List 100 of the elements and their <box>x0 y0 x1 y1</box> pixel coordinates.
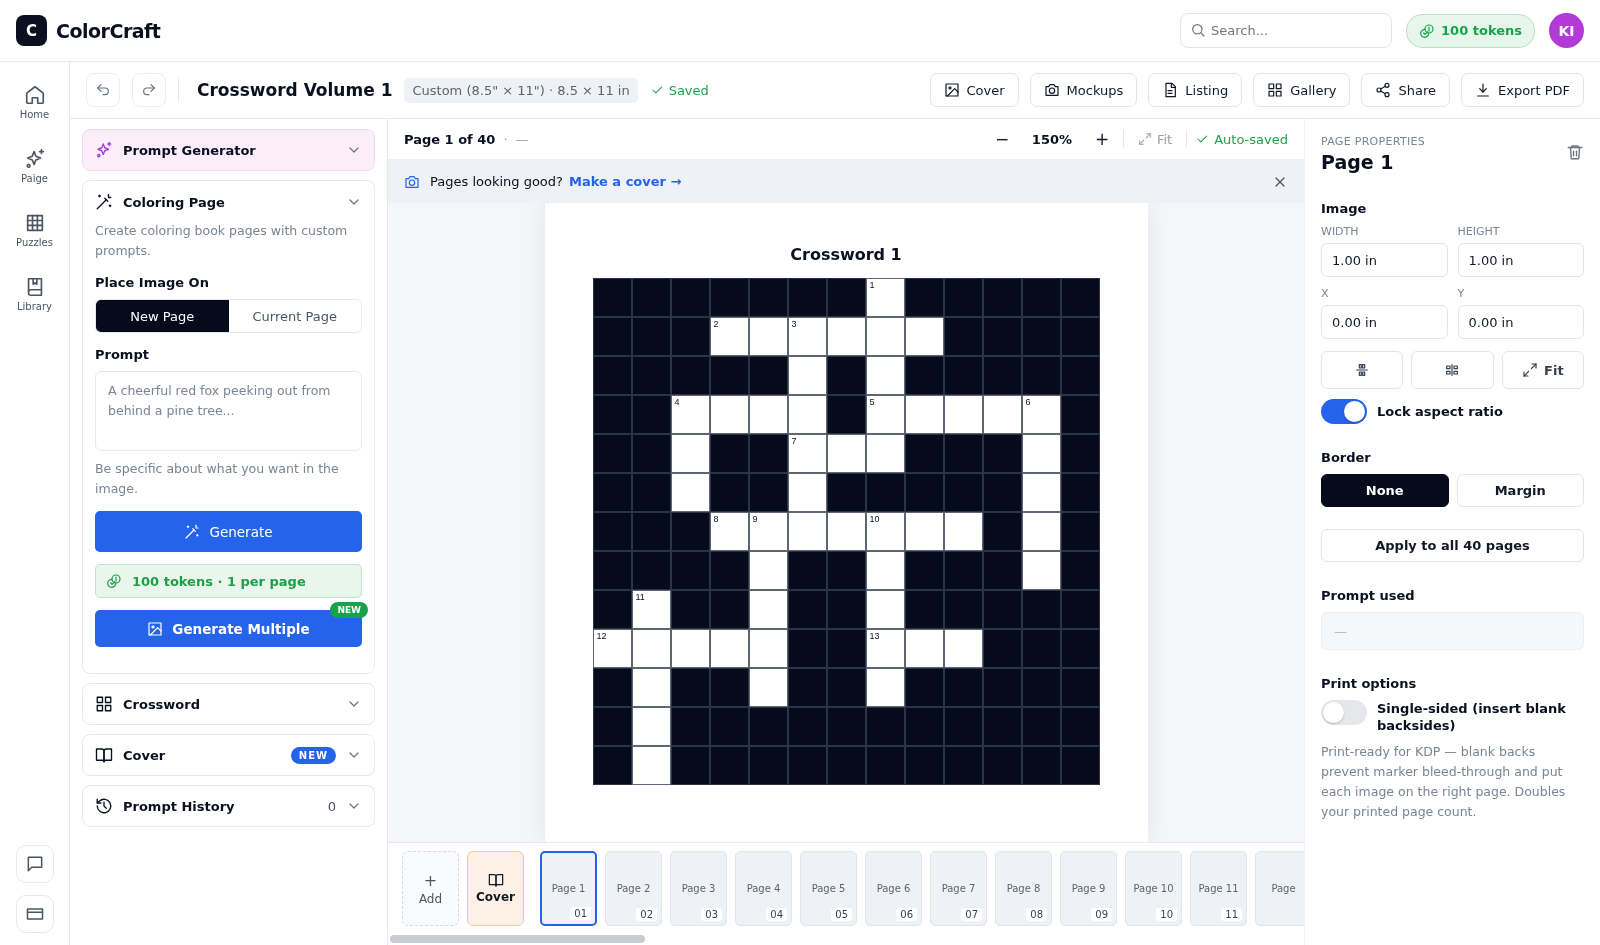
accordion-header[interactable]: Prompt History 0 <box>82 785 375 827</box>
toggle-switch[interactable] <box>1321 399 1367 424</box>
section-title: Crossword <box>123 696 202 712</box>
autosave-status: Auto-saved <box>1214 131 1288 147</box>
toolbar-button[interactable]: Cover <box>929 73 1019 107</box>
thumbnail-label: Page 1 <box>551 882 586 894</box>
clue-number: 11 <box>635 592 645 602</box>
user-avatar[interactable]: KI <box>1549 13 1584 48</box>
nav-item[interactable]: Puzzles <box>16 212 53 248</box>
wand-icon <box>95 193 113 211</box>
toolbar-button[interactable]: Export PDF <box>1461 73 1584 107</box>
camera-icon <box>404 173 420 190</box>
dimension-field[interactable]: 0.00 in <box>1457 305 1584 339</box>
accordion-header[interactable]: Crossword <box>82 683 375 725</box>
page-thumbnail[interactable]: Page 1 01 <box>540 850 597 926</box>
border-option[interactable]: Margin <box>1456 474 1584 507</box>
zoom-out-button[interactable]: − <box>988 128 1015 150</box>
page-thumbnail[interactable]: Page 4 04 <box>735 850 792 926</box>
section-title: Prompt Generator <box>123 142 256 158</box>
align-button[interactable] <box>1321 351 1404 389</box>
share-icon <box>1375 82 1392 98</box>
undo-button[interactable] <box>86 73 120 107</box>
clue-number: 6 <box>1025 397 1031 407</box>
dimension-field[interactable]: 0.00 in <box>1321 305 1448 339</box>
grid-icon <box>95 695 113 713</box>
search-field[interactable]: Search... <box>1180 13 1393 48</box>
prompt-generator-header[interactable]: Prompt Generator <box>82 129 375 171</box>
panel-title: Page 1 <box>1321 151 1395 173</box>
clue-number: 10 <box>869 514 880 524</box>
toolbar-button[interactable]: Listing <box>1148 73 1243 107</box>
thumbnail-label: Page 9 <box>1071 882 1106 894</box>
banner-text: Pages looking good? <box>430 174 563 189</box>
expand-icon <box>1137 132 1152 146</box>
page-thumbnail[interactable]: Page 7 07 <box>930 850 987 926</box>
group-label: Border <box>1321 450 1372 465</box>
prompt-field[interactable]: A cheerful red fox peeking out from behind a pine tree... <box>95 371 362 451</box>
delete-icon[interactable] <box>1566 143 1584 161</box>
nav-item[interactable]: Home <box>19 84 50 120</box>
scrollbar-thumb[interactable] <box>390 935 645 943</box>
toolbar-button[interactable]: Share <box>1361 73 1450 107</box>
page-thumbnail[interactable]: Page 8 08 <box>995 850 1052 926</box>
page-thumbnail[interactable]: Page 5 05 <box>800 850 857 926</box>
page-thumbnail[interactable]: Page 9 09 <box>1060 850 1117 926</box>
document-icon <box>1162 82 1179 98</box>
fit-button[interactable]: Fit <box>1501 351 1584 389</box>
page-thumbnail[interactable]: Page 11 11 <box>1190 850 1247 926</box>
thumbnail-label: Page 6 <box>876 882 911 894</box>
page-size-chip: Custom (8.5" × 11") · 8.5 × 11 in <box>404 77 638 103</box>
clue-number: 1 <box>869 280 875 290</box>
nav-item[interactable]: Paige <box>21 148 48 184</box>
clue-number: 8 <box>713 514 719 524</box>
align-button[interactable] <box>1411 351 1494 389</box>
cover-thumbnail[interactable]: Cover <box>467 850 524 926</box>
zoom-level: 150% <box>1030 131 1073 147</box>
page-number: 07 <box>961 907 982 921</box>
clue-number: 2 <box>713 319 719 329</box>
page-dash: — <box>515 131 529 147</box>
page-number: 05 <box>831 907 852 921</box>
accordion-header[interactable]: Cover NEW <box>82 734 375 776</box>
dimension-field[interactable]: 1.00 in <box>1457 243 1584 277</box>
border-option[interactable]: None <box>1321 474 1449 507</box>
billing-button[interactable] <box>15 895 54 933</box>
make-cover-link[interactable]: Make a cover → <box>569 174 682 189</box>
section-title: Coloring Page <box>123 194 225 210</box>
prompt-used-field: — <box>1321 612 1584 650</box>
page-thumbnail[interactable]: Page <box>1255 850 1304 926</box>
tokens-count: 100 tokens <box>1441 23 1522 38</box>
chat-button[interactable] <box>15 845 54 883</box>
undo-icon <box>95 82 111 98</box>
page-thumbnail[interactable]: Page 2 02 <box>605 850 662 926</box>
toggle-switch[interactable] <box>1321 700 1367 725</box>
thumbnail-label: Page 11 <box>1198 882 1239 894</box>
field-label: HEIGHT <box>1457 225 1501 238</box>
page-thumbnail[interactable]: Page 6 06 <box>865 850 922 926</box>
wand-icon <box>184 523 201 540</box>
redo-button[interactable] <box>132 73 166 107</box>
clue-number: 5 <box>869 397 875 407</box>
print-note: Print-ready for KDP — blank backs prevent marker bleed-through and put each image on the right page. Doubles your printed page count. <box>1321 743 1567 821</box>
dimension-field[interactable]: 1.00 in <box>1321 243 1448 277</box>
page-indicator: Page 1 of 40 <box>404 131 496 147</box>
image-icon <box>147 620 164 637</box>
zoom-in-button[interactable]: + <box>1088 128 1115 150</box>
segment-option[interactable]: New Page <box>96 300 229 332</box>
generate-button[interactable]: Generate <box>95 511 362 552</box>
add-page-button[interactable]: + Add <box>402 850 459 926</box>
page-thumbnail[interactable]: Page 10 10 <box>1125 850 1182 926</box>
apply-all-button[interactable]: Apply to all 40 pages <box>1321 529 1584 562</box>
align-vertical-icon <box>1354 362 1371 378</box>
nav-item[interactable]: Library <box>17 276 52 312</box>
toolbar-button[interactable]: Gallery <box>1253 73 1351 107</box>
page-number: 04 <box>766 907 787 921</box>
page-thumbnail[interactable]: Page 3 03 <box>670 850 727 926</box>
page-number: 02 <box>636 907 657 921</box>
thumbnail-label: Page 7 <box>941 882 976 894</box>
group-label: Print options <box>1321 676 1418 691</box>
expand-icon <box>1522 362 1539 378</box>
app-logo: C <box>16 15 47 46</box>
toolbar-button[interactable]: Mockups <box>1029 73 1138 107</box>
save-status: Saved <box>668 82 709 98</box>
page-number: 01 <box>570 906 591 920</box>
